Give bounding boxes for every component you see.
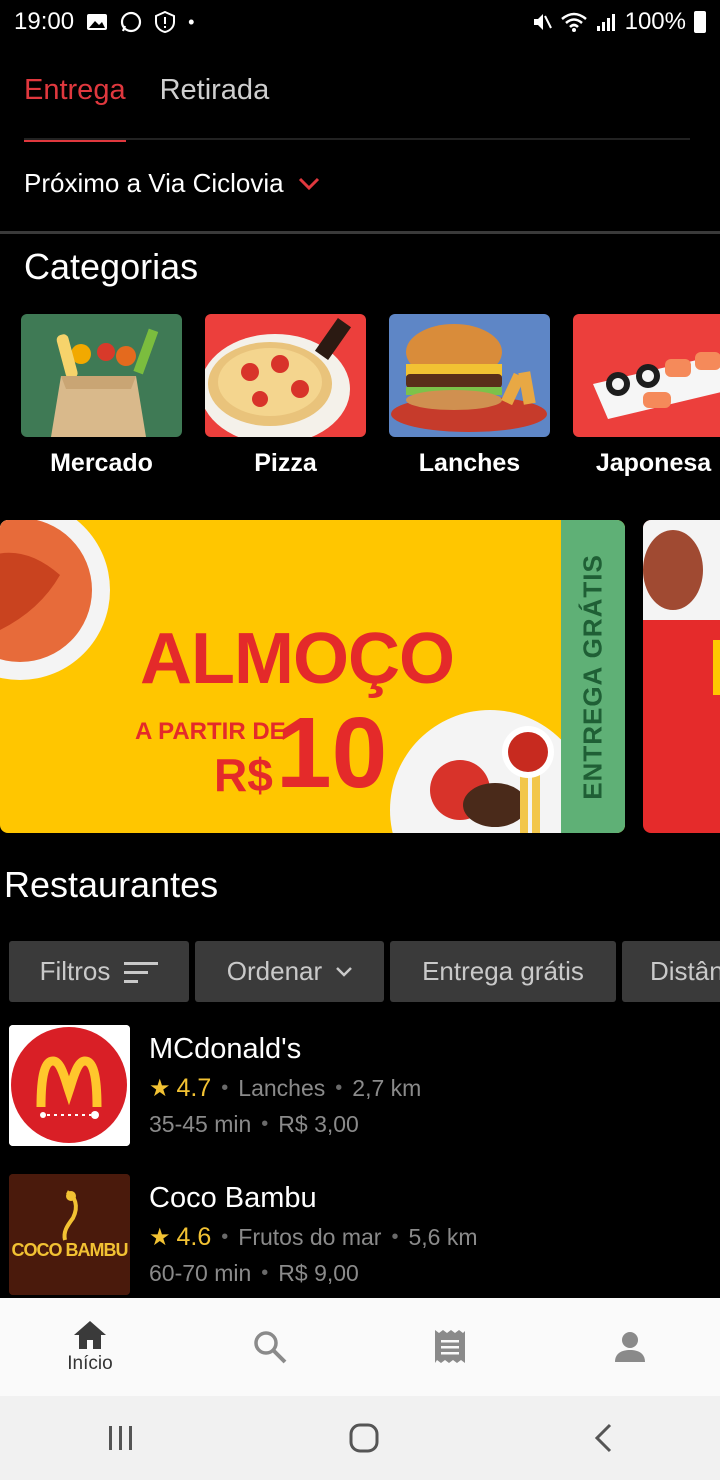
chip-label: Ordenar	[226, 956, 323, 986]
filter-chip-entrega-gratis[interactable]: Entrega grátis	[390, 941, 616, 1002]
category-lanches[interactable]: Lanches	[389, 314, 550, 478]
banner-title: ALMOÇO	[140, 619, 455, 699]
bottom-navigation: Início	[0, 1298, 720, 1396]
restaurants-title: Restaurantes	[4, 864, 219, 905]
home-icon	[74, 1321, 106, 1349]
battery-percent: 100%	[624, 8, 686, 35]
back-icon[interactable]	[593, 1423, 613, 1453]
category-label: Japonesa	[595, 449, 712, 477]
chevron-down-icon	[336, 966, 353, 977]
recent-apps-icon[interactable]	[107, 1425, 135, 1451]
nav-search[interactable]	[180, 1298, 360, 1396]
restaurant-delivery-fee: R$ 9,00	[278, 1260, 359, 1286]
restaurant-delivery-time: 60-70 min	[149, 1260, 252, 1286]
signal-icon	[596, 14, 615, 31]
banner-price: 10	[276, 697, 388, 809]
filter-chip-filtros[interactable]: Filtros	[9, 941, 189, 1002]
separator-dot: •	[221, 1226, 229, 1248]
home-button-icon[interactable]	[349, 1423, 379, 1453]
category-pizza-image	[205, 314, 366, 437]
mute-icon	[533, 14, 552, 30]
restaurant-rating: 4.7	[176, 1074, 212, 1102]
banner-currency: R$	[214, 749, 273, 801]
address-text: Próximo a Via Ciclovia	[24, 168, 284, 198]
notification-dot-icon: •	[188, 11, 195, 32]
promo-banner[interactable]: ALMOÇO A PARTIR DE R$ 10 ENTREGA GRÁTIS	[0, 520, 625, 833]
restaurant-logo: COCO BAMBU	[9, 1174, 130, 1295]
restaurant-distance: 2,7 km	[352, 1075, 422, 1101]
divider	[0, 231, 720, 234]
separator-dot: •	[261, 1262, 269, 1284]
wifi-icon	[560, 12, 587, 32]
tab-entrega[interactable]: Entrega	[24, 60, 126, 142]
categories-title: Categorias	[24, 246, 199, 287]
gallery-icon	[87, 14, 108, 30]
chip-label: Distân	[650, 956, 720, 986]
separator-dot: •	[261, 1113, 269, 1135]
restaurant-delivery-fee: R$ 3,00	[278, 1111, 359, 1137]
battery-icon	[694, 11, 706, 33]
user-icon	[615, 1332, 645, 1362]
nav-home[interactable]: Início	[0, 1298, 180, 1396]
banner-next-image	[643, 520, 720, 695]
banner-subtitle: A PARTIR DE	[135, 718, 286, 745]
category-label: Mercado	[50, 449, 153, 477]
restaurant-name: MCdonald's	[149, 1033, 302, 1065]
category-label: Lanches	[418, 449, 521, 477]
address-selector[interactable]: Próximo a Via Ciclovia	[24, 168, 320, 199]
promo-banner-next[interactable]	[643, 520, 720, 833]
category-mercado[interactable]: Mercado	[21, 314, 182, 478]
category-japonesa[interactable]: Japonesa	[573, 314, 720, 478]
chip-label: Filtros	[39, 956, 111, 986]
tab-retirada[interactable]: Retirada	[160, 60, 270, 140]
categories-list: Mercado Pizza Lanches Japonesa	[21, 314, 720, 478]
status-bar: 19:00 • 100%	[0, 0, 720, 44]
coco-bambu-logo-text: COCO BAMBU	[11, 1240, 129, 1260]
system-navigation-bar	[0, 1396, 720, 1480]
nav-profile[interactable]	[540, 1298, 720, 1396]
category-label: Pizza	[254, 449, 317, 477]
star-icon: ★	[149, 1075, 171, 1102]
nav-home-label: Início	[67, 1353, 113, 1374]
search-icon	[254, 1331, 287, 1364]
chevron-down-icon	[298, 177, 319, 190]
receipt-icon	[435, 1330, 465, 1363]
whatsapp-icon	[120, 11, 142, 33]
restaurant-item-mcdonalds[interactable]: MCdonald's ★ 4.7 • Lanches • 2,7 km 35-4…	[9, 1025, 421, 1146]
restaurant-category: Frutos do mar	[238, 1224, 382, 1250]
delivery-tabs: Entrega Retirada	[24, 60, 690, 142]
category-lanches-image	[389, 314, 550, 437]
nav-orders[interactable]	[360, 1298, 540, 1396]
category-pizza[interactable]: Pizza	[205, 314, 366, 478]
separator-dot: •	[391, 1226, 399, 1248]
shield-icon	[155, 11, 176, 33]
restaurant-distance: 5,6 km	[408, 1224, 478, 1250]
separator-dot: •	[221, 1077, 229, 1099]
restaurant-logo	[9, 1025, 130, 1146]
restaurant-rating: 4.6	[176, 1223, 212, 1251]
category-japonesa-image	[573, 314, 720, 437]
restaurant-delivery-time: 35-45 min	[149, 1111, 252, 1137]
restaurant-item-coco-bambu[interactable]: COCO BAMBU Coco Bambu ★ 4.6 • Frutos do …	[9, 1174, 478, 1295]
filter-lines-icon	[124, 961, 159, 983]
restaurant-name: Coco Bambu	[149, 1182, 317, 1214]
filter-chips: Filtros Ordenar Entrega grátis Distân	[9, 941, 720, 1002]
restaurant-category: Lanches	[238, 1075, 326, 1101]
chip-label: Entrega grátis	[422, 956, 584, 986]
clock: 19:00	[14, 8, 75, 35]
separator-dot: •	[335, 1077, 343, 1099]
star-icon: ★	[149, 1224, 171, 1251]
filter-chip-distancia[interactable]: Distân	[622, 941, 720, 1002]
category-mercado-image	[21, 314, 182, 437]
filter-chip-ordenar[interactable]: Ordenar	[195, 941, 384, 1002]
